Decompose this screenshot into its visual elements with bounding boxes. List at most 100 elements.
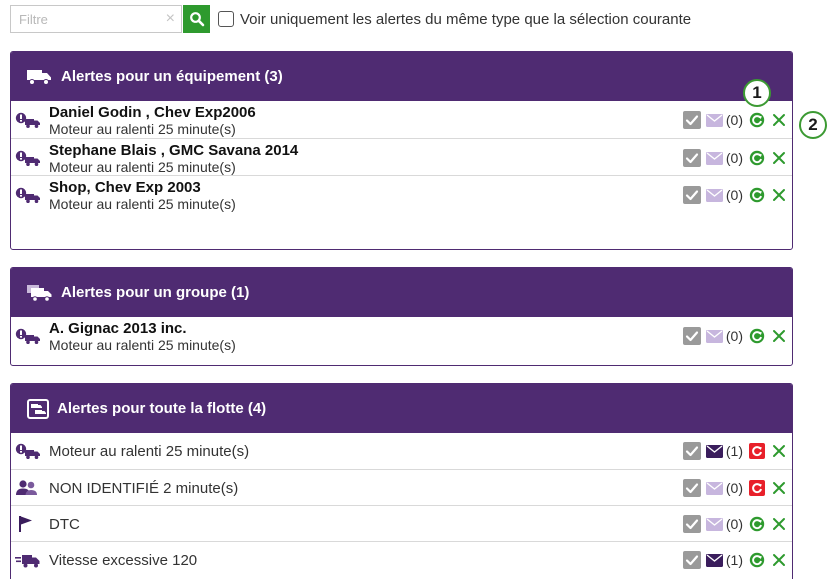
idle-engine-icon	[15, 149, 41, 167]
alert-row[interactable]: Shop, Chev Exp 2003 Moteur au ralenti 25…	[11, 175, 792, 212]
close-icon	[772, 517, 786, 531]
email-count: (0)	[725, 516, 743, 532]
reload-icon	[749, 443, 765, 459]
reactivate-button[interactable]	[749, 552, 765, 568]
panel-equipment-header: Alertes pour un équipement (3)	[11, 52, 792, 101]
close-alert-button[interactable]	[772, 444, 786, 458]
alert-description: Moteur au ralenti 25 minute(s)	[49, 196, 236, 212]
panel-equipment-title: Alertes pour un équipement (3)	[61, 68, 283, 85]
acknowledge-button[interactable]	[682, 111, 701, 129]
acknowledge-button[interactable]	[682, 186, 701, 204]
callout-2: 2	[799, 111, 827, 139]
email-icon[interactable]	[706, 152, 723, 165]
acknowledge-button[interactable]	[682, 515, 701, 533]
check-icon	[683, 186, 701, 204]
fleet-map-icon	[27, 398, 49, 419]
acknowledge-button[interactable]	[682, 551, 701, 569]
magnifier-icon	[189, 12, 204, 27]
close-alert-button[interactable]	[772, 481, 786, 495]
close-alert-button[interactable]	[772, 113, 786, 127]
panel-fleet-header: Alertes pour toute la flotte (4)	[11, 384, 792, 433]
speeding-truck-icon	[15, 555, 40, 568]
panel-group: Alertes pour un groupe (1) A. Gignac 201…	[10, 267, 793, 366]
close-alert-button[interactable]	[772, 188, 786, 202]
reactivate-button[interactable]	[749, 480, 765, 496]
close-alert-button[interactable]	[772, 151, 786, 165]
acknowledge-button[interactable]	[682, 442, 701, 460]
reactivate-button[interactable]	[749, 443, 765, 459]
check-icon	[683, 327, 701, 345]
alert-target-name: Daniel Godin , Chev Exp2006	[49, 104, 256, 121]
alert-description: Moteur au ralenti 25 minute(s)	[49, 337, 236, 353]
email-count: (0)	[725, 187, 743, 203]
alert-description: DTC	[49, 516, 80, 533]
truck-icon	[27, 68, 53, 86]
alert-actions: (0)	[682, 149, 786, 167]
acknowledge-button[interactable]	[682, 149, 701, 167]
alert-row[interactable]: NON IDENTIFIÉ 2 minute(s) (0)	[11, 469, 792, 505]
email-icon[interactable]	[706, 554, 723, 567]
idle-engine-icon	[15, 442, 41, 460]
reactivate-button[interactable]	[749, 187, 765, 203]
close-icon	[772, 481, 786, 495]
alert-description: NON IDENTIFIÉ 2 minute(s)	[49, 480, 239, 497]
reactivate-button[interactable]	[749, 150, 765, 166]
reload-icon	[749, 480, 765, 496]
acknowledge-button[interactable]	[682, 479, 701, 497]
email-count: (0)	[725, 328, 743, 344]
alert-actions: (0)	[682, 111, 786, 129]
email-count: (0)	[725, 150, 743, 166]
trucks-group-icon	[27, 284, 53, 302]
same-type-checkbox[interactable]	[218, 11, 234, 27]
reload-icon	[749, 112, 765, 128]
close-alert-button[interactable]	[772, 553, 786, 567]
email-icon[interactable]	[706, 518, 723, 531]
email-icon[interactable]	[706, 114, 723, 127]
reactivate-button[interactable]	[749, 112, 765, 128]
idle-engine-icon	[15, 111, 41, 129]
acknowledge-button[interactable]	[682, 327, 701, 345]
alert-row[interactable]: DTC (0)	[11, 505, 792, 541]
filter-input[interactable]	[11, 6, 161, 32]
close-icon	[772, 188, 786, 202]
close-alert-button[interactable]	[772, 329, 786, 343]
alert-actions: (0)	[682, 327, 786, 345]
alert-row[interactable]: Moteur au ralenti 25 minute(s) (1)	[11, 433, 792, 469]
email-icon[interactable]	[706, 482, 723, 495]
alert-actions: (0)	[682, 479, 786, 497]
callout-1: 1	[743, 79, 771, 107]
email-count: (1)	[725, 552, 743, 568]
clear-filter-icon[interactable]: ×	[166, 10, 175, 28]
reactivate-button[interactable]	[749, 328, 765, 344]
email-icon[interactable]	[706, 330, 723, 343]
reactivate-button[interactable]	[749, 516, 765, 532]
panel-fleet: Alertes pour toute la flotte (4) Moteur …	[10, 383, 793, 579]
alert-description: Moteur au ralenti 25 minute(s)	[49, 159, 236, 175]
close-icon	[772, 113, 786, 127]
email-count: (1)	[725, 443, 743, 459]
alert-actions: (0)	[682, 515, 786, 533]
alert-row[interactable]: A. Gignac 2013 inc. Moteur au ralenti 25…	[11, 317, 792, 354]
email-icon[interactable]	[706, 189, 723, 202]
alert-actions: (0)	[682, 186, 786, 204]
alert-row[interactable]: Daniel Godin , Chev Exp2006 Moteur au ra…	[11, 101, 792, 138]
alert-row[interactable]: Stephane Blais , GMC Savana 2014 Moteur …	[11, 138, 792, 175]
email-icon[interactable]	[706, 445, 723, 458]
same-type-label[interactable]: Voir uniquement les alertes du même type…	[240, 11, 691, 28]
alert-target-name: Stephane Blais , GMC Savana 2014	[49, 142, 299, 159]
close-icon	[772, 444, 786, 458]
check-icon	[683, 551, 701, 569]
idle-engine-icon	[15, 327, 41, 345]
search-button[interactable]	[183, 5, 210, 33]
check-icon	[683, 111, 701, 129]
panel-equipment: Alertes pour un équipement (3) Daniel Go…	[10, 51, 793, 250]
alert-target-name: A. Gignac 2013 inc.	[49, 320, 187, 337]
alert-description: Moteur au ralenti 25 minute(s)	[49, 121, 236, 137]
idle-engine-icon	[15, 186, 41, 204]
close-alert-button[interactable]	[772, 517, 786, 531]
filter-box: ×	[10, 5, 182, 33]
filter-bar: × Voir uniquement les alertes du même ty…	[10, 5, 691, 33]
alert-row[interactable]: Vitesse excessive 120 (1)	[11, 541, 792, 577]
panel-group-header: Alertes pour un groupe (1)	[11, 268, 792, 317]
close-icon	[772, 329, 786, 343]
